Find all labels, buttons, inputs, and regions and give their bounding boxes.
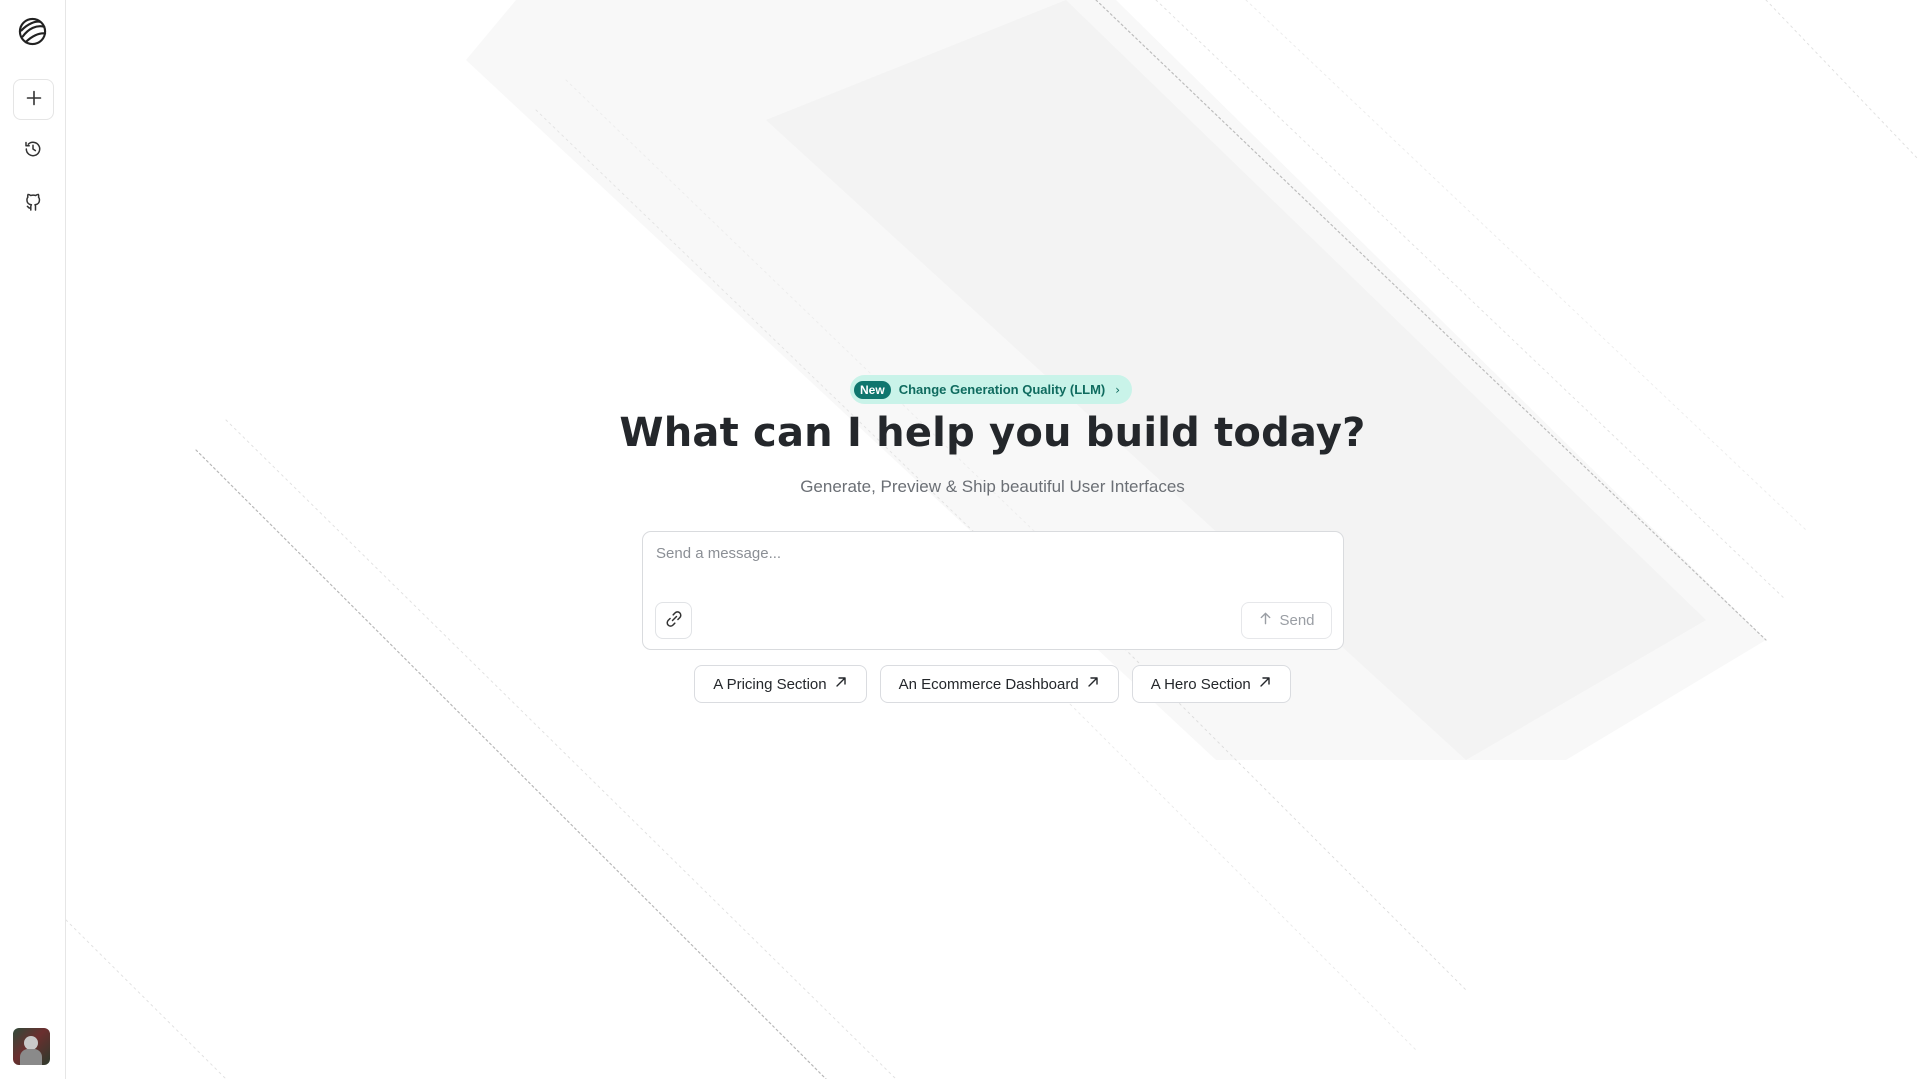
attach-button[interactable]: [655, 602, 692, 639]
plus-icon: [24, 88, 44, 112]
github-button[interactable]: [13, 184, 52, 223]
new-tag: New: [854, 380, 891, 399]
user-avatar[interactable]: [13, 1028, 50, 1065]
message-input[interactable]: [654, 543, 1328, 587]
new-chat-button[interactable]: [13, 79, 54, 120]
history-button[interactable]: [13, 131, 52, 170]
history-icon: [23, 139, 43, 163]
page-subtitle: Generate, Preview & Ship beautiful User …: [800, 477, 1185, 496]
suggestion-label: A Pricing Section: [713, 675, 827, 693]
avatar-body: [20, 1049, 42, 1065]
suggestion-chip-pricing[interactable]: A Pricing Section: [694, 665, 867, 703]
arrow-up-icon: [1258, 611, 1273, 630]
suggestion-label: A Hero Section: [1150, 675, 1251, 693]
suggestion-chip-ecommerce[interactable]: An Ecommerce Dashboard: [879, 665, 1119, 703]
arrow-up-right-icon: [834, 675, 848, 693]
paperclip-icon: [664, 609, 684, 633]
github-icon: [23, 192, 43, 216]
announcement-badge[interactable]: New Change Generation Quality (LLM) ›: [850, 375, 1133, 404]
globe-logo-icon[interactable]: [17, 16, 48, 47]
main-content: New Change Generation Quality (LLM) › Wh…: [66, 0, 1919, 1079]
suggestion-label: An Ecommerce Dashboard: [898, 675, 1079, 693]
suggestion-chip-hero[interactable]: A Hero Section: [1131, 665, 1291, 703]
arrow-up-right-icon: [1086, 675, 1100, 693]
sidebar: [0, 0, 66, 1079]
send-button[interactable]: Send: [1241, 602, 1332, 639]
send-label: Send: [1279, 612, 1315, 629]
suggestion-list: A Pricing Section An Ecommerce Dashboard…: [66, 665, 1919, 703]
app-root: New Change Generation Quality (LLM) › Wh…: [0, 0, 1919, 1079]
page-title: What can I help you build today?: [619, 410, 1366, 456]
arrow-up-right-icon: [1258, 675, 1272, 693]
announcement-text: Change Generation Quality (LLM): [898, 382, 1106, 397]
message-composer: Send: [642, 531, 1344, 650]
chevron-right-icon: ›: [1115, 382, 1121, 397]
avatar-face: [24, 1036, 38, 1050]
